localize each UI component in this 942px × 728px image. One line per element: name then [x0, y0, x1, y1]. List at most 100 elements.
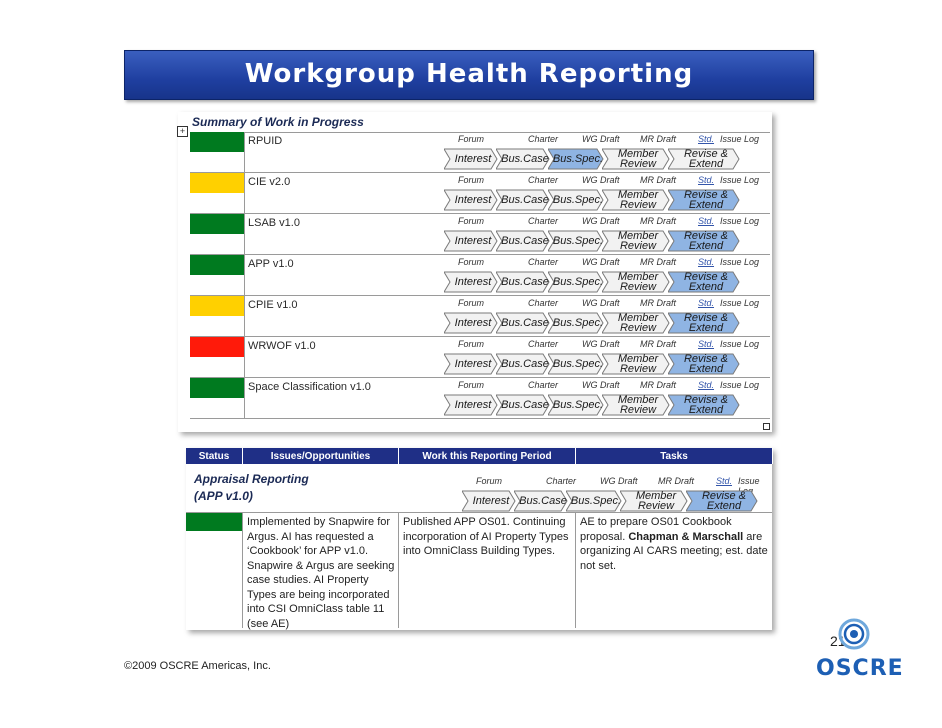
workgroup-row: APP v1.0 Forum Charter WG Draft MR Draft Std.… [190, 255, 770, 296]
stage-header-5: Issue Log [720, 380, 760, 390]
stage-chevron-interest: Interest [444, 271, 498, 293]
stage-header-5: Issue Log [720, 216, 760, 226]
stage-chevron-bus_spec: Bus.Spec. [548, 189, 604, 211]
detail-stage-header-4: Std. [716, 476, 733, 486]
stage-label: Revise & Extend [683, 189, 729, 211]
detail-stage-header-3: MR Draft [658, 476, 694, 486]
stage-header-4: Std. [698, 216, 715, 226]
stage-label: Member Review [617, 230, 659, 252]
stage-header-2: WG Draft [582, 134, 620, 144]
stage-header-0: Forum [458, 175, 485, 185]
stage-label: Revise & Extend [683, 394, 729, 416]
stage-chevron-bus_case: Bus.Case [496, 189, 550, 211]
stage-header-1: Charter [528, 339, 559, 349]
stage-header-3: MR Draft [640, 134, 676, 144]
detail-stage-header-2: WG Draft [600, 476, 638, 486]
stage-chevron-member_review: Member Review [602, 230, 670, 252]
table-resize-handle-icon[interactable] [763, 423, 770, 430]
tasks-text-people: Chapman & Marschall [628, 530, 744, 543]
stage-label: Bus.Spec. [552, 276, 604, 288]
stage-header-4: Std. [698, 298, 715, 308]
workgroup-name: WRWOF v1.0 [248, 340, 316, 352]
stage-chevron-interest: Interest [444, 312, 498, 334]
detail-work-text: Published APP OS01. Continuing incorpora… [403, 516, 569, 557]
summary-heading: Summary of Work in Progress [192, 115, 364, 129]
col-header-tasks: Tasks [576, 448, 773, 464]
stage-header-0: Forum [458, 216, 485, 226]
status-indicator [190, 173, 244, 193]
stage-header-1: Charter [528, 298, 559, 308]
workgroup-name: LSAB v1.0 [248, 217, 300, 229]
title-bar: Workgroup Health Reporting [124, 50, 814, 100]
status-cell [190, 337, 245, 377]
stage-label: Revise & Extend [683, 271, 729, 293]
stage-header-5: Issue Log [720, 339, 760, 349]
stage-chevron-bus_spec: Bus.Spec. [548, 394, 604, 416]
table-move-handle-icon[interactable]: + [177, 126, 188, 137]
stage-chevron-bus_spec: Bus.Spec. [548, 148, 604, 170]
workgroup-name: Space Classification v1.0 [248, 381, 371, 393]
stage-chevron-bus_case: Bus.Case [496, 148, 550, 170]
stage-header-1: Charter [528, 216, 559, 226]
stage-header-3: MR Draft [640, 298, 676, 308]
stage-header-4: Std. [698, 175, 715, 185]
stage-header-2: WG Draft [582, 298, 620, 308]
stage-header-2: WG Draft [582, 257, 620, 267]
status-cell [190, 255, 245, 295]
stage-chevron-interest: Interest [444, 148, 498, 170]
stage-header-1: Charter [528, 175, 559, 185]
status-indicator [190, 214, 244, 234]
stage-header-4: Std. [698, 134, 715, 144]
stage-header-3: MR Draft [640, 216, 676, 226]
stage-header-3: MR Draft [640, 339, 676, 349]
stage-header-0: Forum [458, 298, 485, 308]
stage-label: Revise & Extend [683, 148, 729, 170]
stage-label: Bus.Case [501, 399, 549, 411]
stage-label: Bus.Spec. [552, 399, 604, 411]
stage-label: Member Review [617, 353, 659, 375]
status-indicator [190, 378, 244, 398]
stage-header-4: Std. [698, 257, 715, 267]
stage-label: Bus.Spec. [552, 235, 604, 247]
stage-header-4: Std. [698, 339, 715, 349]
stage-chevron-member_review: Member Review [602, 271, 670, 293]
stage-label: Bus.Spec. [552, 153, 604, 165]
stage-chevron-bus_case: Bus.Case [514, 490, 568, 512]
stage-chevron-bus_case: Bus.Case [496, 353, 550, 375]
stage-label: Bus.Case [501, 153, 549, 165]
stage-label: Bus.Spec. [552, 194, 604, 206]
stage-chevron-bus_spec: Bus.Spec. [548, 353, 604, 375]
stage-label: Revise & Extend [683, 230, 729, 252]
stage-header-2: WG Draft [582, 380, 620, 390]
stage-chevron-interest: Interest [462, 490, 516, 512]
stage-chevron-revise_extend: Revise & Extend [668, 230, 740, 252]
stage-chevron-bus_spec: Bus.Spec. [548, 312, 604, 334]
stage-chevron-revise_extend: Revise & Extend [686, 490, 758, 512]
detail-workgroup-version: (APP v1.0) [194, 489, 253, 503]
detail-status-cell [186, 512, 243, 628]
stage-label: Interest [454, 358, 492, 370]
stage-label: Interest [472, 495, 510, 507]
stage-chevron-interest: Interest [444, 230, 498, 252]
workgroup-row: Space Classification v1.0 Forum Charter WG … [190, 378, 770, 419]
col-header-work: Work this Reporting Period [399, 448, 576, 464]
stage-chevron-interest: Interest [444, 394, 498, 416]
workgroup-row: LSAB v1.0 Forum Charter WG Draft MR Draft Std… [190, 214, 770, 255]
stage-label: Bus.Case [501, 194, 549, 206]
stage-header-2: WG Draft [582, 175, 620, 185]
stage-header-5: Issue Log [720, 134, 760, 144]
stage-chevron-member_review: Member Review [602, 353, 670, 375]
stage-label: Bus.Case [501, 317, 549, 329]
detail-status-color [186, 513, 242, 531]
stage-header-1: Charter [528, 380, 559, 390]
detail-col-line-2 [575, 512, 576, 628]
stage-header-0: Forum [458, 380, 485, 390]
stage-chevron-member_review: Member Review [602, 148, 670, 170]
status-indicator [190, 296, 244, 316]
stage-label: Interest [454, 399, 492, 411]
summary-table: + Summary of Work in Progress RPUID Forum… [177, 112, 772, 432]
stage-header-1: Charter [528, 257, 559, 267]
stage-label: Bus.Case [501, 358, 549, 370]
stage-chevron-bus_spec: Bus.Spec. [548, 230, 604, 252]
stage-chevron-member_review: Member Review [602, 312, 670, 334]
